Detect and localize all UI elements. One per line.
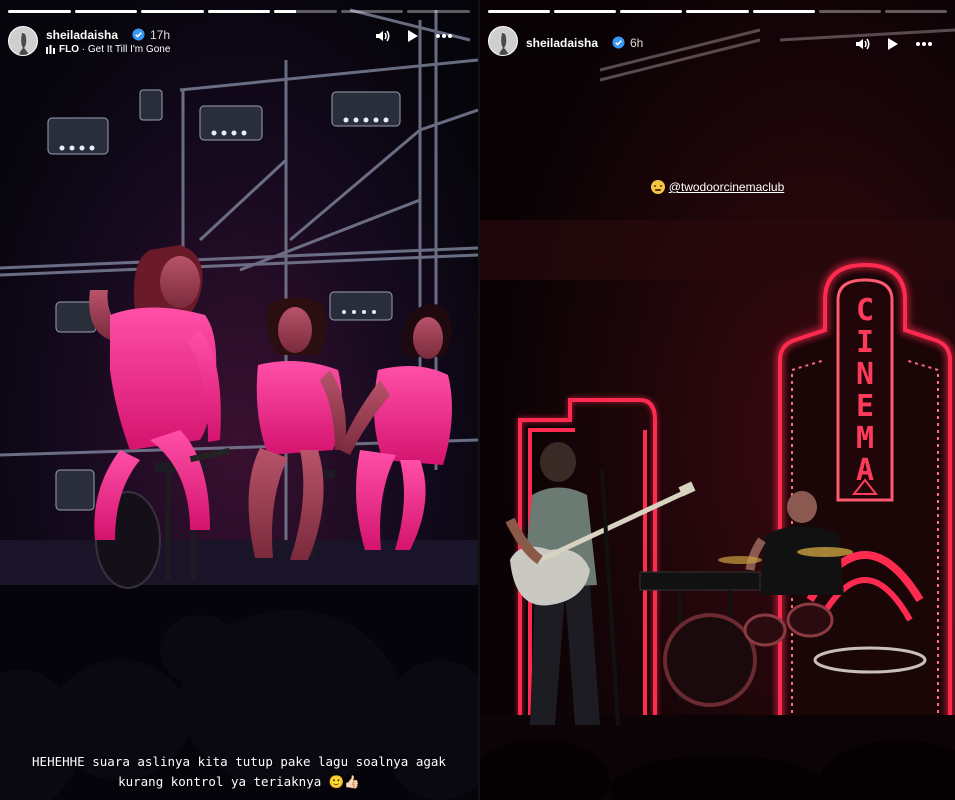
sign-letter: M <box>856 421 874 456</box>
progress-segment <box>752 10 815 13</box>
sign-letter: I <box>856 325 874 360</box>
story-media-band-cinema-stage: C I N E M A <box>480 0 955 800</box>
story-progress-bar <box>488 10 947 13</box>
story-media-concert-dancers <box>0 0 478 800</box>
progress-segment <box>620 10 683 13</box>
volume-button[interactable] <box>852 34 872 54</box>
story-header: sheiladaisha 17h FLO · Get It Till I'm G… <box>8 26 468 62</box>
music-artist: FLO <box>59 44 79 55</box>
play-button[interactable] <box>882 34 902 54</box>
avatar[interactable] <box>488 26 518 56</box>
progress-segment <box>340 10 404 13</box>
volume-icon <box>376 30 390 42</box>
more-options-button[interactable] <box>434 26 454 46</box>
progress-segment <box>884 10 947 13</box>
mention-username[interactable]: @twodoorcinemaclub <box>669 180 785 194</box>
progress-segment <box>554 10 617 13</box>
progress-segment <box>8 10 71 13</box>
story-header: sheiladaisha 6h <box>488 26 945 62</box>
progress-segment <box>141 10 204 13</box>
music-attribution[interactable]: FLO · Get It Till I'm Gone <box>46 44 170 55</box>
volume-button[interactable] <box>372 26 392 46</box>
story-progress-bar <box>8 10 471 13</box>
story-panel-right[interactable]: C I N E M A sheiladaisha 6h @twodoorcine… <box>480 0 955 800</box>
progress-segment <box>274 10 337 13</box>
progress-segment <box>207 10 271 13</box>
mention-sticker[interactable]: @twodoorcinemaclub <box>480 180 955 199</box>
crying-face-emoji-icon <box>650 180 665 194</box>
story-panel-left[interactable]: sheiladaisha 17h FLO · Get It Till I'm G… <box>0 0 478 800</box>
play-icon <box>888 38 898 50</box>
more-options-button[interactable] <box>914 34 934 54</box>
more-icon <box>916 42 932 46</box>
post-time: 17h <box>150 28 171 42</box>
progress-segment <box>488 10 551 13</box>
play-icon <box>408 30 418 42</box>
verified-badge-icon <box>132 28 145 41</box>
sign-letter: C <box>856 293 874 328</box>
progress-segment <box>686 10 749 13</box>
post-time: 6h <box>630 36 644 50</box>
verified-badge-icon <box>612 36 625 49</box>
story-caption: HEHEHHE suara aslinya kita tutup pake la… <box>0 752 478 792</box>
volume-icon <box>856 38 870 50</box>
caption-line: HEHEHHE suara aslinya kita tutup pake la… <box>32 754 446 769</box>
sign-letter: N <box>856 357 874 392</box>
progress-segment <box>407 10 471 13</box>
music-bars-icon <box>46 44 55 54</box>
progress-segment <box>818 10 881 13</box>
more-icon <box>436 34 452 38</box>
sign-letter: A <box>856 453 874 488</box>
avatar[interactable] <box>8 26 38 56</box>
music-track: Get It Till I'm Gone <box>87 44 171 55</box>
play-button[interactable] <box>402 26 422 46</box>
username[interactable]: sheiladaisha <box>46 28 118 42</box>
username[interactable]: sheiladaisha <box>526 36 598 50</box>
sign-letter: E <box>856 389 874 424</box>
progress-segment <box>74 10 138 13</box>
caption-line: kurang kontrol ya teriaknya 🙂👍🏻 <box>118 774 360 789</box>
